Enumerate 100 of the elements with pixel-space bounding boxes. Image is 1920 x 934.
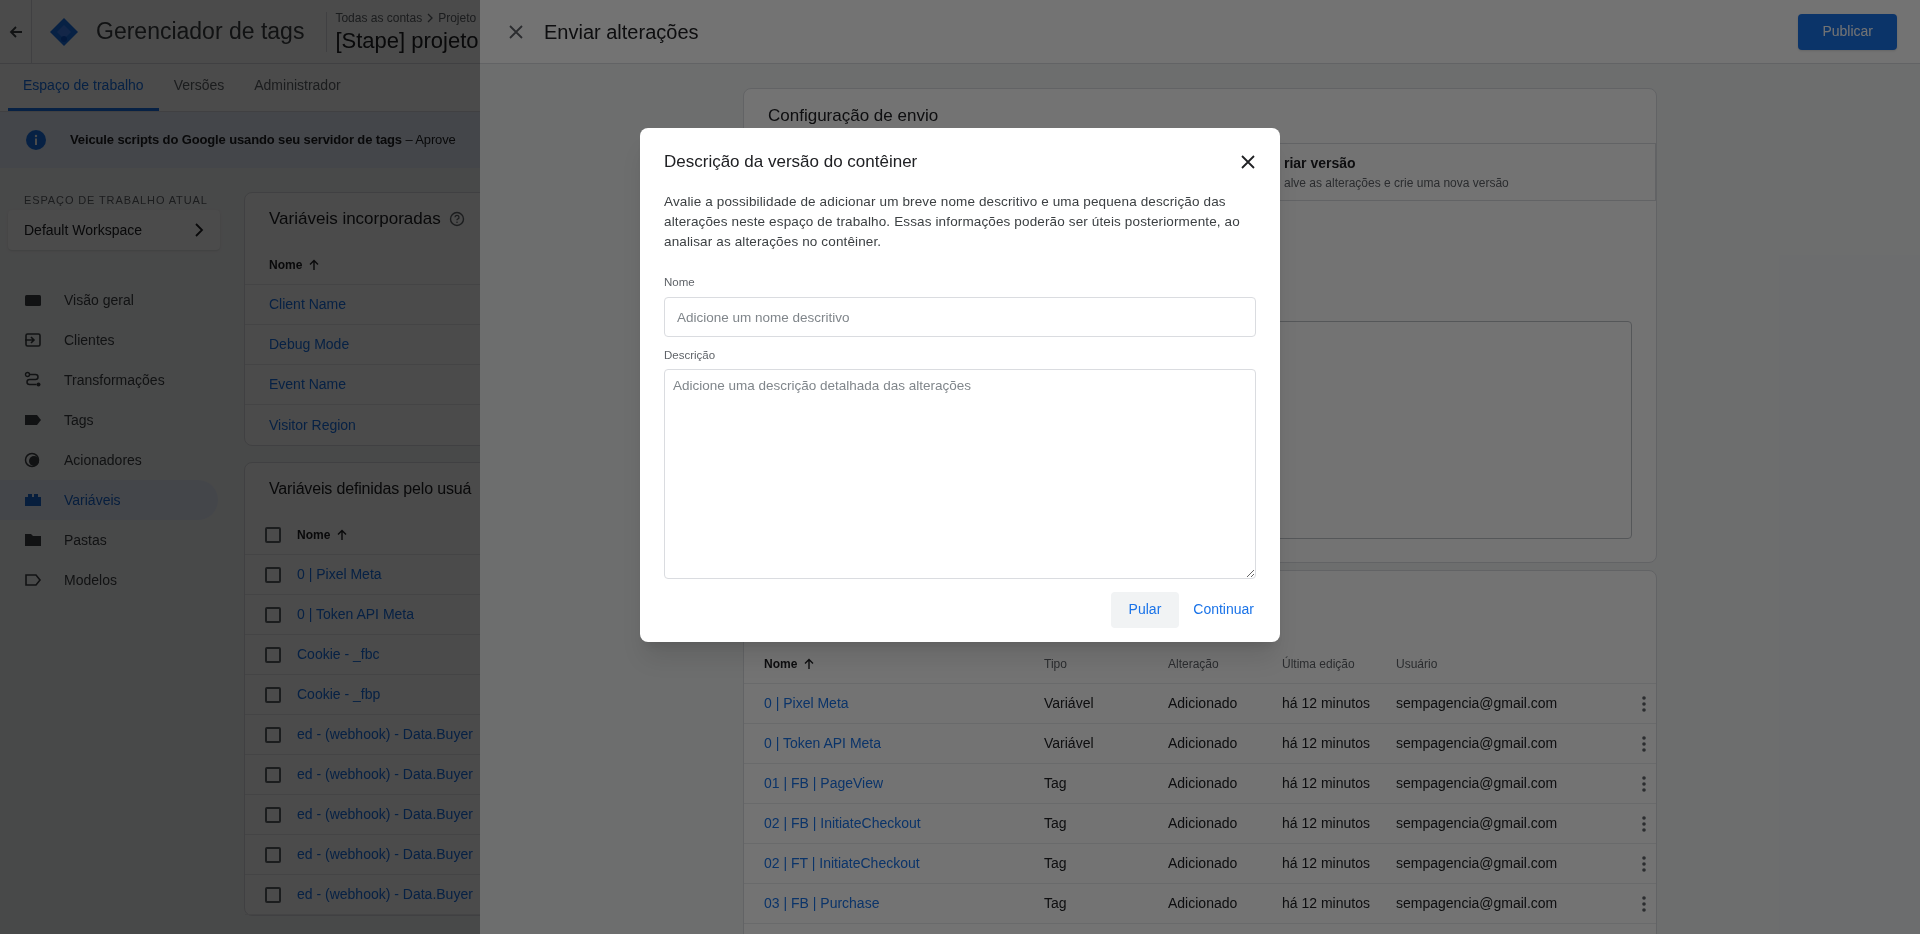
- more-vertical-icon[interactable]: [1642, 775, 1646, 792]
- table-cell: Adicionado: [1168, 695, 1238, 711]
- checkbox[interactable]: [265, 606, 281, 623]
- table-cell: sempagencia@gmail.com: [1396, 895, 1558, 911]
- option-subtitle: alve as alterações e crie uma nova versão: [1284, 174, 1510, 192]
- variable-link[interactable]: ed - (webhook) - Data.Buyer: [297, 884, 473, 905]
- chevron-right-icon: [194, 223, 204, 237]
- table-cell: Tag: [1044, 815, 1067, 831]
- back-arrow-icon[interactable]: [7, 23, 24, 40]
- more-vertical-icon[interactable]: [1642, 735, 1646, 752]
- skip-button[interactable]: Pular: [1110, 591, 1180, 628]
- column-header[interactable]: Nome: [269, 255, 321, 274]
- more-vertical-icon[interactable]: [1642, 895, 1646, 912]
- checkbox[interactable]: [265, 686, 281, 703]
- variable-link[interactable]: Debug Mode: [269, 334, 350, 355]
- checkbox[interactable]: [265, 726, 281, 743]
- dialog-title: Descrição da versão do contêiner: [664, 151, 918, 174]
- card-title: Configuração de envio: [768, 105, 939, 128]
- more-vertical-icon[interactable]: [1642, 815, 1646, 832]
- workspace-selector[interactable]: Default Workspace: [8, 210, 220, 250]
- variable-link[interactable]: Cookie - _fbp: [297, 684, 381, 705]
- card-title: Variáveis definidas pelo usuá: [269, 479, 472, 499]
- more-vertical-icon[interactable]: [1642, 855, 1646, 872]
- column-header[interactable]: Última edição: [1282, 654, 1396, 673]
- table-cell: sempagencia@gmail.com: [1396, 695, 1558, 711]
- change-link[interactable]: 03 | FB | Purchase: [764, 895, 880, 911]
- route-icon: [24, 371, 42, 389]
- option-title: riar versão: [1284, 153, 1357, 173]
- table-cell: Tag: [1044, 855, 1067, 871]
- blocks-icon: [24, 491, 42, 509]
- banner-text: Veicule scripts do Google usando seu servidor de tags – Aprove: [70, 131, 456, 150]
- publish-button[interactable]: Publicar: [1798, 13, 1897, 50]
- column-header[interactable]: Nome: [764, 654, 1044, 673]
- table-cell: há 12 minutos: [1282, 695, 1370, 711]
- change-link[interactable]: 0 | Pixel Meta: [764, 695, 849, 711]
- variable-link[interactable]: Visitor Region: [269, 414, 356, 436]
- table-cell: há 12 minutos: [1282, 895, 1370, 911]
- column-header[interactable]: Nome: [297, 525, 349, 544]
- table-cell: Adicionado: [1168, 815, 1238, 831]
- checkbox[interactable]: [265, 526, 281, 543]
- variable-link[interactable]: Event Name: [269, 374, 347, 395]
- checkbox[interactable]: [265, 566, 281, 583]
- checkbox[interactable]: [265, 806, 281, 823]
- table-cell: Variável: [1044, 695, 1094, 711]
- field-label: Nome: [664, 275, 696, 290]
- table-cell: sempagencia@gmail.com: [1396, 775, 1558, 791]
- checkbox[interactable]: [265, 846, 281, 863]
- card-title: Variáveis incorporadas: [269, 208, 441, 231]
- checkbox[interactable]: [265, 886, 281, 903]
- variable-link[interactable]: ed - (webhook) - Data.Buyer: [297, 764, 473, 785]
- chevron-right-icon: [426, 12, 435, 23]
- table-cell: há 12 minutos: [1282, 855, 1370, 871]
- table-cell: Adicionado: [1168, 895, 1238, 911]
- variable-link[interactable]: ed - (webhook) - Data.Buyer: [297, 844, 473, 865]
- table-cell: Tag: [1044, 775, 1067, 791]
- table-cell: sempagencia@gmail.com: [1396, 735, 1558, 751]
- sort-arrow-icon[interactable]: [803, 657, 816, 670]
- table-cell: Adicionado: [1168, 735, 1238, 751]
- table-cell: há 12 minutos: [1282, 735, 1370, 751]
- sort-arrow-icon[interactable]: [308, 258, 321, 271]
- folder-icon: [24, 531, 42, 549]
- column-header[interactable]: Usuário: [1396, 654, 1626, 673]
- close-icon[interactable]: [1240, 154, 1256, 170]
- description-input-field[interactable]: Adicione uma descrição detalhada das alterações: [664, 368, 1256, 579]
- variable-link[interactable]: 0 | Token API Meta: [297, 604, 414, 625]
- continue-button[interactable]: Continuar: [1191, 591, 1256, 628]
- variable-link[interactable]: ed - (webhook) - Data.Buyer: [297, 804, 473, 825]
- table-cell: Variável: [1044, 735, 1094, 751]
- variable-link[interactable]: 0 | Pixel Meta: [297, 564, 382, 585]
- target-icon: [24, 451, 42, 469]
- change-link[interactable]: 0 | Token API Meta: [764, 735, 881, 751]
- column-header[interactable]: Tipo: [1044, 654, 1168, 673]
- logo-icon: [48, 15, 80, 48]
- checkbox[interactable]: [265, 646, 281, 663]
- login-icon: [24, 331, 42, 349]
- variable-link[interactable]: ed - (webhook) - Data.Buyer: [297, 724, 473, 745]
- variable-link[interactable]: Cookie - _fbc: [297, 644, 380, 665]
- label-outline-icon: [24, 571, 42, 589]
- help-icon[interactable]: [448, 211, 465, 227]
- table-cell: Tag: [1044, 895, 1067, 911]
- container-name: [Stape] projeto: [335, 26, 479, 55]
- more-vertical-icon[interactable]: [1642, 695, 1646, 712]
- variable-link[interactable]: Client Name: [269, 294, 347, 315]
- nav-item[interactable]: Variáveis: [0, 480, 218, 520]
- name-input-field[interactable]: Adicione um nome descritivo: [664, 297, 1256, 338]
- table-cell: Adicionado: [1168, 775, 1238, 791]
- sort-arrow-icon[interactable]: [336, 528, 349, 541]
- table-cell: sempagencia@gmail.com: [1396, 815, 1558, 831]
- column-header[interactable]: Alteração: [1168, 654, 1282, 673]
- table-cell: há 12 minutos: [1282, 775, 1370, 791]
- field-label: Descrição: [664, 348, 717, 364]
- checkbox[interactable]: [265, 766, 281, 783]
- panel-title: Enviar alterações: [544, 19, 699, 45]
- info-icon: [26, 130, 46, 150]
- table-cell: sempagencia@gmail.com: [1396, 855, 1558, 871]
- change-link[interactable]: 01 | FB | PageView: [764, 775, 884, 791]
- change-link[interactable]: 02 | FB | InitiateCheckout: [764, 815, 921, 831]
- change-link[interactable]: 02 | FT | InitiateCheckout: [764, 855, 920, 871]
- table-cell: há 12 minutos: [1282, 815, 1370, 831]
- table-cell: Adicionado: [1168, 855, 1238, 871]
